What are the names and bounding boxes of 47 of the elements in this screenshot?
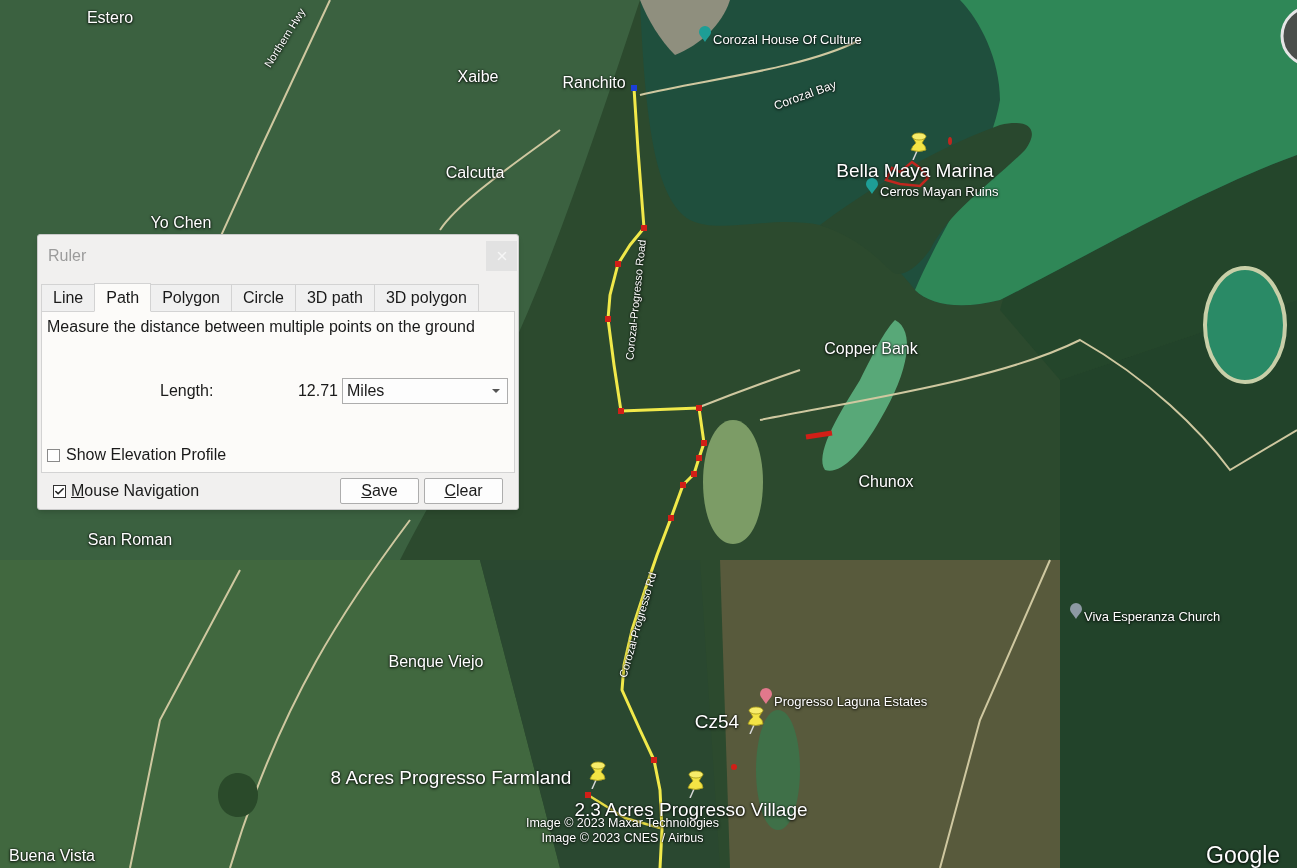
tab[interactable]: Path	[94, 283, 152, 312]
pushpin-icon[interactable]	[745, 706, 765, 734]
caret-icon	[492, 389, 500, 393]
place-label: San Roman	[87, 532, 173, 548]
road-label: Corozal-Progresso Road	[624, 239, 648, 361]
tab[interactable]: 3D polygon	[373, 284, 479, 311]
line-segment-marker	[805, 430, 833, 440]
check-icon	[54, 485, 65, 497]
pushpin-icon[interactable]	[587, 761, 607, 789]
dialog-button[interactable]: Clear	[424, 478, 503, 504]
checkbox[interactable]	[47, 448, 60, 462]
place-label: Xaibe	[457, 69, 499, 85]
dialog-title: Ruler	[48, 245, 87, 266]
point-marker	[731, 764, 737, 770]
map-pin-icon[interactable]	[760, 688, 772, 704]
map-pin-icon[interactable]	[866, 178, 878, 194]
pond	[218, 773, 258, 817]
tab[interactable]: Line	[41, 284, 96, 311]
length-value: 12.71	[296, 381, 338, 401]
unit-dropdown[interactable]: Miles	[342, 378, 508, 404]
placemark-label[interactable]: 8 Acres Progresso Farmland	[330, 767, 572, 787]
placemark-label[interactable]: Cz54	[694, 711, 740, 731]
place-label: Yo Chen	[150, 215, 212, 231]
point-marker	[948, 137, 952, 145]
tab-description: Measure the distance between multiple points on the ground	[46, 317, 476, 337]
map-pin-icon[interactable]	[699, 26, 711, 42]
place-label: Benque Viejo	[388, 654, 484, 670]
poi-label[interactable]: Viva Esperanza Church	[1084, 609, 1221, 623]
imagery-attribution: Image © 2023 CNES / Airbus	[541, 831, 704, 846]
place-label: Buena Vista	[9, 848, 95, 864]
place-label: Calcutta	[445, 165, 505, 181]
app-logo: Google	[1206, 843, 1281, 867]
poi-label[interactable]: Progresso Laguna Estates	[774, 694, 928, 708]
place-label: Estero	[86, 10, 134, 26]
checkbox-label[interactable]: Show Elevation Profile	[66, 443, 227, 467]
pushpin-icon[interactable]	[908, 132, 928, 160]
pushpin-icon[interactable]	[685, 770, 705, 798]
map-pin-icon[interactable]	[1070, 603, 1082, 619]
dialog-button[interactable]: Save	[340, 478, 419, 504]
poi-label[interactable]: Cerros Mayan Ruins	[880, 184, 999, 198]
length-label: Length:	[160, 381, 215, 401]
poi-label[interactable]: Corozal House Of Culture	[713, 32, 862, 46]
place-label: Ranchito	[562, 75, 626, 91]
checkbox-label[interactable]: Mouse Navigation	[71, 479, 200, 503]
close-button[interactable]	[486, 240, 517, 271]
place-label: Chunox	[858, 474, 914, 490]
checkbox[interactable]	[53, 484, 66, 498]
